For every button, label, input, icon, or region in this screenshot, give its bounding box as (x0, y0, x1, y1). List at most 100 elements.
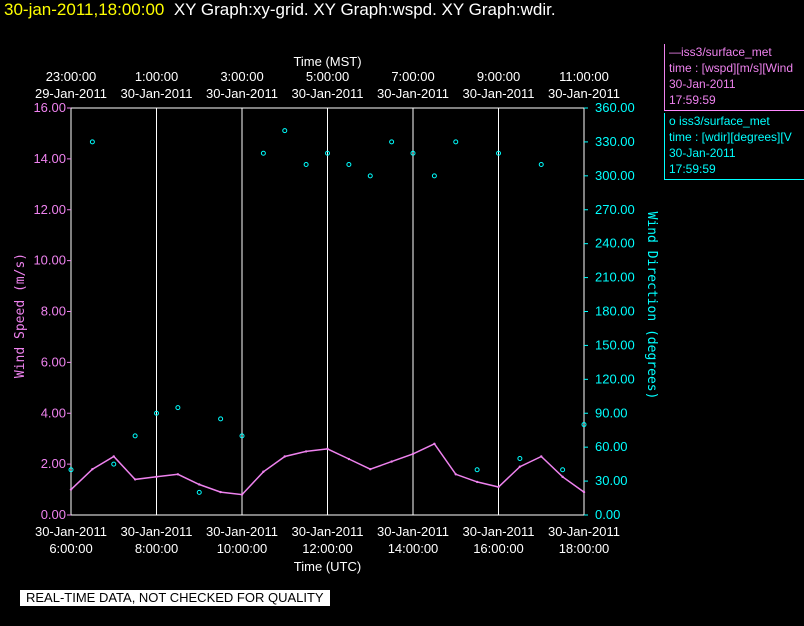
y-left-tick-label: 16.00 (33, 100, 66, 115)
y-right-tick-label: 0.00 (595, 507, 620, 522)
x-tick-date: 30-Jan-2011 (291, 524, 363, 539)
wdir-point (175, 405, 181, 411)
y-right-tick-label: 120.00 (595, 371, 635, 386)
wspd-point (540, 455, 543, 458)
x-tick-time: 16:00:00 (473, 541, 524, 556)
wdir-point (111, 461, 117, 467)
y-right-tick-label: 60.00 (595, 439, 628, 454)
wdir-point (132, 433, 138, 439)
wdir-point (367, 173, 373, 179)
x-tick-time: 12:00:00 (302, 541, 353, 556)
x-top-tick-time: 23:00:00 (46, 69, 97, 84)
wspd-point (390, 460, 393, 463)
x-top-tick-date: 30-Jan-2011 (548, 86, 620, 101)
wdir-point (303, 162, 309, 168)
y-right-tick-label: 330.00 (595, 134, 635, 149)
y-left-tick-label: 10.00 (33, 253, 66, 268)
wspd-point (262, 470, 265, 473)
wspd-point (219, 490, 222, 494)
y-axis-label-left: Wind Speed (m/s) (13, 253, 28, 378)
wdir-point (474, 467, 480, 473)
wspd-point (69, 488, 73, 491)
wspd-point (112, 455, 115, 458)
legend-entry-wdir: o iss3/surface_met time : [wdir][degrees… (664, 113, 804, 180)
x-tick-date: 30-Jan-2011 (548, 524, 620, 539)
wdir-point (89, 139, 95, 145)
y-right-tick-label: 90.00 (595, 405, 628, 420)
wdir-point (389, 139, 395, 145)
quality-disclaimer: REAL-TIME DATA, NOT CHECKED FOR QUALITY (20, 590, 330, 606)
x-axis-label-bottom: Time (UTC) (294, 559, 361, 574)
x-tick-date: 30-Jan-2011 (462, 524, 534, 539)
y-right-tick-label: 360.00 (595, 100, 635, 115)
y-left-tick-label: 4.00 (41, 405, 66, 420)
y-right-tick-label: 150.00 (595, 337, 635, 352)
legend-wdir-date: 30-Jan-2011 (669, 146, 736, 160)
y-right-tick-label: 30.00 (595, 473, 628, 488)
x-top-tick-time: 5:00:00 (306, 69, 349, 84)
wspd-point (411, 452, 415, 456)
wspd-point (155, 475, 158, 479)
wdir-point (346, 162, 352, 168)
wdir-point (196, 489, 202, 495)
legend-entry-wspd: —iss3/surface_met time : [wspd][m/s][Win… (664, 44, 804, 111)
x-tick-date: 30-Jan-2011 (377, 524, 449, 539)
wdir-point (218, 416, 224, 422)
wdir-point (538, 162, 544, 168)
y-left-tick-label: 0.00 (41, 507, 66, 522)
x-top-tick-time: 11:00:00 (559, 69, 609, 84)
y-axis-label-right: Wind Direction (degrees) (644, 212, 659, 400)
wspd-point (304, 450, 308, 453)
wspd-point (454, 473, 457, 476)
legend-wdir-desc: time : [wdir][degrees][V (669, 130, 792, 144)
legend-wspd-time: 17:59:59 (669, 93, 716, 107)
wspd-point (283, 455, 286, 458)
x-tick-date: 30-Jan-2011 (35, 524, 107, 539)
legend: —iss3/surface_met time : [wspd][m/s][Win… (664, 44, 804, 180)
y-right-tick-label: 240.00 (595, 236, 635, 251)
y-left-tick-label: 14.00 (33, 151, 66, 166)
x-top-tick-date: 30-Jan-2011 (206, 86, 278, 101)
x-top-tick-time: 1:00:00 (135, 69, 178, 84)
wspd-point (561, 475, 564, 479)
x-top-tick-date: 30-Jan-2011 (462, 86, 534, 101)
wspd-point (240, 493, 244, 496)
y-right-tick-label: 270.00 (595, 202, 635, 217)
legend-wdir-time: 17:59:59 (669, 162, 716, 176)
x-top-tick-date: 29-Jan-2011 (35, 86, 107, 101)
wspd-point (369, 468, 372, 471)
legend-wspd-date: 30-Jan-2011 (669, 77, 736, 91)
y-right-tick-label: 300.00 (595, 168, 635, 183)
wspd-point (497, 485, 500, 489)
legend-wdir-prefix: o (669, 114, 676, 128)
y-left-tick-label: 12.00 (33, 202, 66, 217)
y-left-tick-label: 8.00 (41, 304, 66, 319)
legend-wspd-desc: time : [wspd][m/s][Wind (669, 61, 794, 75)
x-top-tick-date: 30-Jan-2011 (291, 86, 363, 101)
x-tick-time: 14:00:00 (388, 541, 439, 556)
x-tick-date: 30-Jan-2011 (206, 524, 278, 539)
wspd-point (582, 490, 586, 494)
x-tick-time: 8:00:00 (135, 541, 178, 556)
wdir-point (282, 128, 288, 134)
wspd-point (475, 480, 479, 484)
wspd-point (176, 473, 180, 476)
legend-wdir-name: iss3/surface_met (679, 114, 770, 128)
x-top-tick-time: 3:00:00 (220, 69, 263, 84)
y-right-tick-label: 210.00 (595, 270, 635, 285)
y-left-tick-label: 6.00 (41, 354, 66, 369)
x-tick-time: 18:00:00 (559, 541, 610, 556)
wdir-point (260, 150, 266, 156)
x-top-tick-time: 9:00:00 (477, 69, 520, 84)
x-top-tick-time: 7:00:00 (391, 69, 434, 84)
wspd-point (433, 442, 436, 445)
wspd-point (518, 465, 522, 468)
wdir-point (453, 139, 459, 145)
wspd-point (133, 478, 137, 481)
wspd-point (347, 457, 351, 461)
legend-wspd-name: iss3/surface_met (681, 45, 772, 59)
x-axis-label-top: Time (MST) (293, 54, 361, 69)
x-top-tick-date: 30-Jan-2011 (377, 86, 449, 101)
wdir-point (431, 173, 437, 179)
y-left-tick-label: 2.00 (41, 456, 66, 471)
